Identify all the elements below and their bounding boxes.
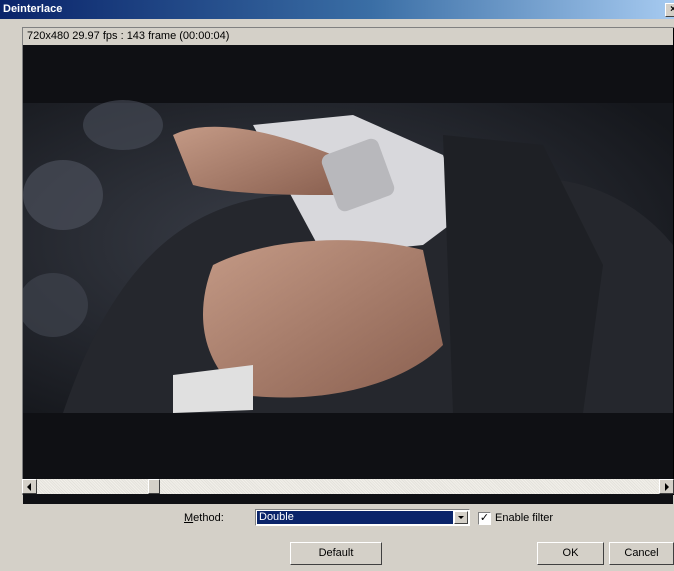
scroll-right-button[interactable] <box>659 479 674 494</box>
ok-button[interactable]: OK <box>537 542 604 565</box>
horizontal-scrollbar[interactable] <box>22 479 674 494</box>
preview-panel: 720x480 29.97 fps : 143 frame (00:00:04) <box>22 27 674 504</box>
chevron-down-icon <box>458 516 464 519</box>
scroll-thumb[interactable] <box>148 479 160 494</box>
video-preview <box>23 45 673 504</box>
check-icon: ✓ <box>479 512 490 524</box>
arrow-right-icon <box>665 483 669 491</box>
scroll-left-button[interactable] <box>22 479 37 494</box>
method-select[interactable]: Double <box>255 509 470 526</box>
title-bar: Deinterlace × <box>0 0 674 19</box>
frame-info: 720x480 29.97 fps : 143 frame (00:00:04) <box>23 28 673 45</box>
window-title: Deinterlace <box>3 3 63 15</box>
enable-filter-checkbox[interactable]: ✓ <box>478 512 491 525</box>
video-frame-image <box>23 45 673 504</box>
cancel-button[interactable]: Cancel <box>609 542 674 565</box>
arrow-left-icon <box>27 483 31 491</box>
close-icon: × <box>670 4 674 15</box>
method-value: Double <box>257 511 453 524</box>
method-label: Method: <box>184 512 224 524</box>
enable-filter-label[interactable]: Enable filter <box>495 512 553 524</box>
close-button[interactable]: × <box>665 3 674 17</box>
default-button[interactable]: Default <box>290 542 382 565</box>
method-dropdown-button[interactable] <box>454 511 468 524</box>
